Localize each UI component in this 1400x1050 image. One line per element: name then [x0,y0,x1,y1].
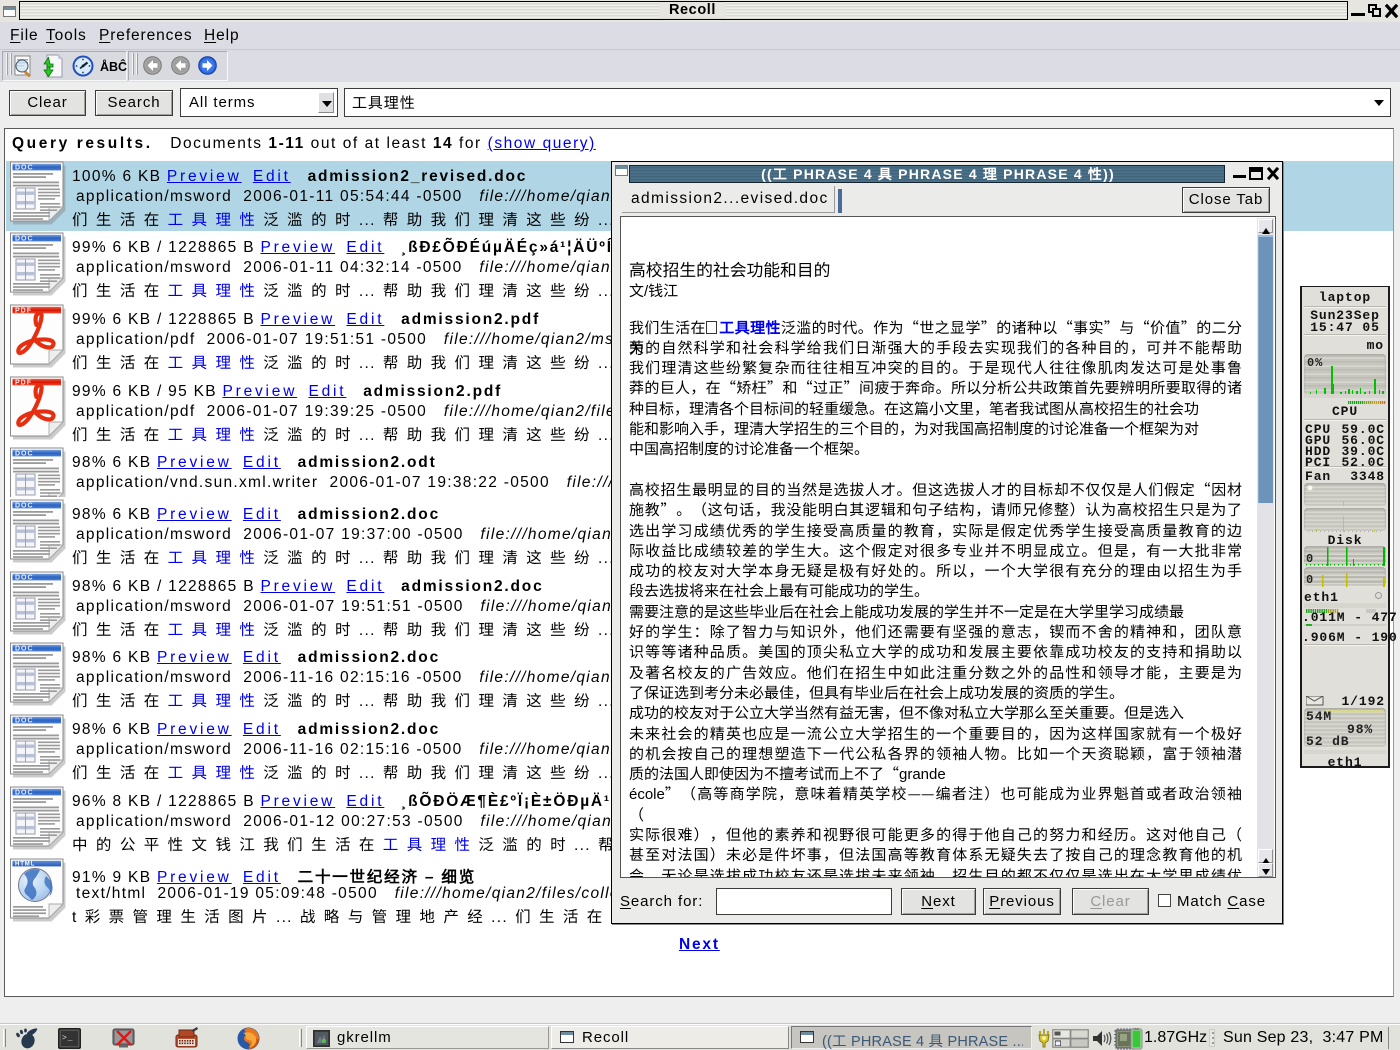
svg-text:HTML: HTML [15,861,35,867]
svg-text:PDF: PDF [15,307,32,314]
svg-text:0: 0 [1306,573,1314,587]
svg-text:DOC: DOC [15,718,34,725]
svg-text:PDF: PDF [15,379,32,386]
svg-text:DOC: DOC [15,646,34,653]
svg-text:DOC: DOC [15,574,34,581]
svg-text:DOC: DOC [15,236,34,243]
svg-text:0: 0 [1306,552,1314,566]
svg-text:DOC: DOC [15,789,34,796]
svg-text:98%: 98% [1347,722,1373,737]
svg-text:DOC: DOC [15,451,34,458]
svg-text:DOC: DOC [15,503,34,510]
svg-text:54M: 54M [1306,709,1332,724]
svg-text:>_: >_ [62,1034,73,1043]
svg-text:DOC: DOC [15,164,34,171]
svg-text:52 dB: 52 dB [1306,734,1350,748]
svg-text:0%: 0% [1307,356,1323,370]
